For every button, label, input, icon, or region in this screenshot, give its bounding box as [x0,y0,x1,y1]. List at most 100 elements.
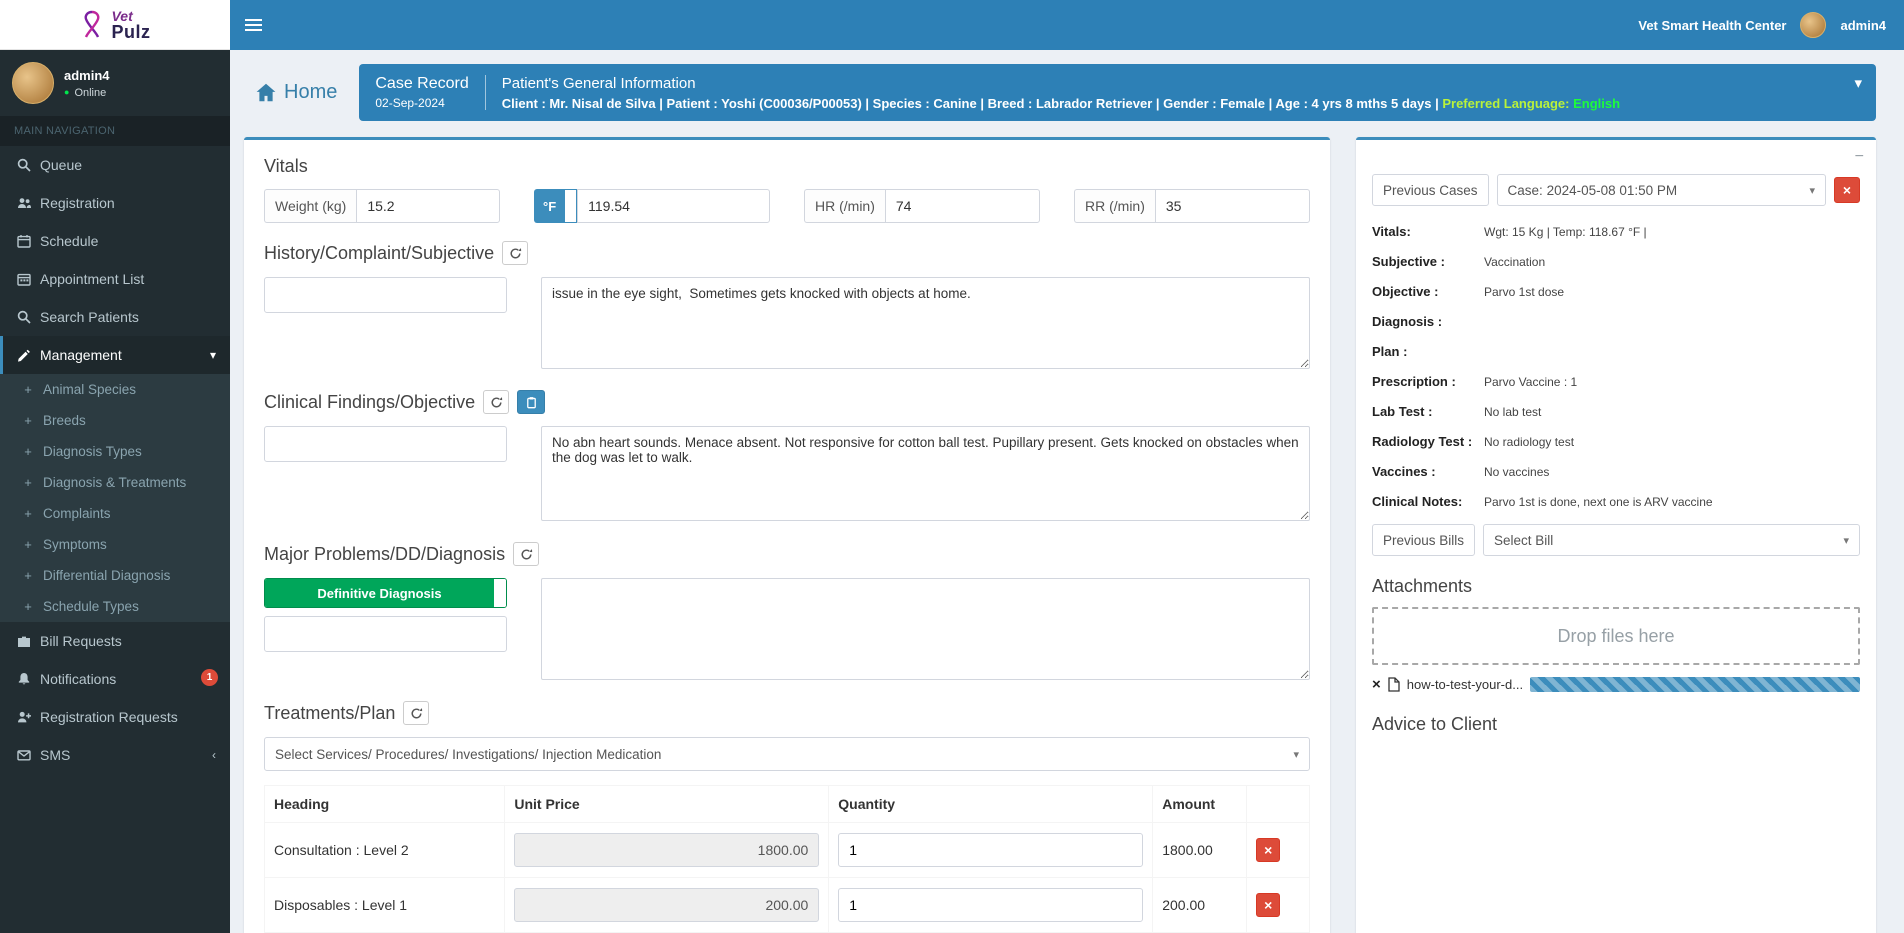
sidebar-item-differential-diagnosis[interactable]: + Differential Diagnosis [0,560,230,591]
weight-input[interactable] [356,189,500,223]
treatments-table: Heading Unit Price Quantity Amount Consu… [263,785,1310,933]
plus-icon: + [24,568,32,583]
sidebar-item-notifications[interactable]: Notifications 1 [0,660,230,698]
nav-label: Registration [40,195,115,211]
previous-bills-select[interactable]: Select Bill ▾ [1483,524,1860,556]
sidebar-item-complaints[interactable]: + Complaints [0,498,230,529]
home-icon [256,83,276,102]
subjective-textarea[interactable]: issue in the eye sight, Sometimes gets k… [541,277,1310,369]
plus-icon: + [24,413,32,428]
objective-code-input[interactable] [264,426,507,462]
pencil-icon [18,349,30,362]
temp-unit-toggle[interactable]: °F [534,189,566,223]
remove-case-button[interactable]: × [1834,177,1860,203]
nav-label: Bill Requests [40,633,122,649]
navbar: Vet Smart Health Center admin4 [230,0,1904,50]
file-dropzone[interactable]: Drop files here [1372,607,1860,665]
plus-icon: + [24,506,32,521]
sidebar-item-appointment-list[interactable]: Appointment List [0,260,230,298]
temperature-input[interactable] [577,189,770,223]
breadcrumb-row: Home Case Record 02-Sep-2024 Patient's G… [244,64,1876,121]
subnav-label: Diagnosis Types [43,444,142,459]
hr-input[interactable] [884,189,1040,223]
case-field: Subjective : Vaccination [1372,254,1860,269]
sidebar-item-diagnosis-types[interactable]: + Diagnosis Types [0,436,230,467]
sidebar-item-animal-species[interactable]: + Animal Species [0,374,230,405]
notification-badge: 1 [201,669,218,686]
subjective-refresh-button[interactable] [502,241,529,265]
top-header: Vet Pulz Vet Smart Health Center admin4 [0,0,1904,50]
sidebar-item-management[interactable]: Management ▾ [0,336,230,374]
objective-textarea[interactable]: No abn heart sounds. Menace absent. Not … [541,426,1310,521]
quantity-input[interactable] [838,888,1144,922]
previous-cases-value: Case: 2024-05-08 01:50 PM [1507,182,1678,198]
diagnosis-row: Definitive Diagnosis [264,578,1310,683]
attachments-title: Attachments [1372,576,1473,596]
field-label: Objective : [1372,284,1439,299]
col-heading-label: Heading [263,785,506,823]
vitals-row: Weight (kg) °F HR (/min) RR (/min) [264,189,1310,223]
treatment-row: Consultation : Level 2 1800.00 × [263,822,1310,878]
treatments-refresh-button[interactable] [403,701,430,725]
objective-paste-button[interactable] [517,390,546,414]
amount-value: 200.00 [1152,877,1248,933]
banner-collapse-icon[interactable]: ▾ [1854,74,1862,92]
sidebar-item-bill-requests[interactable]: Bill Requests [0,622,230,660]
status-label: Online [74,86,107,99]
briefcase-icon [18,636,30,647]
treatments-select[interactable]: Select Services/ Procedures/ Investigati… [264,737,1310,771]
patient-details-text: Client : Mr. Nisal de Silva | Patient : … [501,95,1439,111]
breadcrumb-home[interactable]: Home [244,81,337,104]
sidebar-item-registration[interactable]: Registration [0,184,230,222]
sidebar-item-symptoms[interactable]: + Symptoms [0,529,230,560]
diagnosis-input[interactable] [264,616,507,652]
brand-logo[interactable]: Vet Pulz [0,0,230,50]
bell-icon [18,673,30,685]
sidebar-item-breeds[interactable]: + Breeds [0,405,230,436]
refresh-icon [491,396,502,407]
management-submenu: + Animal Species + Breeds + Diagnosis Types… [0,374,230,622]
rr-input[interactable] [1154,189,1310,223]
plus-icon: + [24,382,32,397]
previous-case-card: − Previous Cases Case: 2024-05-08 01:50 … [1356,137,1876,933]
sidebar-item-schedule-types[interactable]: + Schedule Types [0,591,230,622]
chevron-left-icon: ‹ [212,748,216,762]
field-value: No vaccines [1484,465,1550,479]
case-record-date: 02-Sep-2024 [375,96,445,110]
subjective-code-input[interactable] [264,277,507,313]
field-value: No radiology test [1484,435,1575,449]
sidebar-username: admin4 [64,67,110,83]
sidebar-item-queue[interactable]: Queue [0,146,230,184]
attachment-remove-button[interactable]: × [1372,677,1381,692]
previous-cases-row: Previous Cases Case: 2024-05-08 01:50 PM… [1372,174,1860,206]
subnav-label: Symptoms [43,537,107,552]
sidebar-toggle-icon[interactable] [230,0,276,50]
collapse-card-button[interactable]: − [1855,148,1864,166]
nav-label: Management [40,347,122,363]
unit-price-input [514,833,820,867]
sidebar-item-diagnosis-treatments[interactable]: + Diagnosis & Treatments [0,467,230,498]
vitals-title: Vitals [264,156,308,176]
user-avatar[interactable] [1800,12,1827,38]
hr-group: HR (/min) [804,189,1040,223]
temp-toggle-knob[interactable] [565,189,578,223]
delete-row-button[interactable]: × [1256,893,1281,917]
objective-refresh-button[interactable] [483,390,510,414]
home-label: Home [284,81,338,103]
sidebar-item-sms[interactable]: SMS ‹ [0,736,230,774]
previous-cases-select[interactable]: Case: 2024-05-08 01:50 PM ▾ [1496,174,1826,206]
diagnosis-textarea[interactable] [541,578,1310,680]
delete-row-button[interactable]: × [1256,838,1281,862]
navbar-username[interactable]: admin4 [1840,18,1886,33]
nav-label: Registration Requests [40,709,178,725]
definitive-diagnosis-button[interactable]: Definitive Diagnosis [265,579,494,607]
quantity-input[interactable] [838,833,1144,867]
field-label: Lab Test : [1372,404,1433,419]
diagnosis-button-group: Definitive Diagnosis [264,578,507,608]
sidebar-item-registration-requests[interactable]: Registration Requests [0,698,230,736]
field-label: Radiology Test : [1372,434,1473,449]
sidebar-item-search-patients[interactable]: Search Patients [0,298,230,336]
clinic-name: Vet Smart Health Center [1638,17,1787,33]
diagnosis-refresh-button[interactable] [513,542,540,566]
sidebar-item-schedule[interactable]: Schedule [0,222,230,260]
